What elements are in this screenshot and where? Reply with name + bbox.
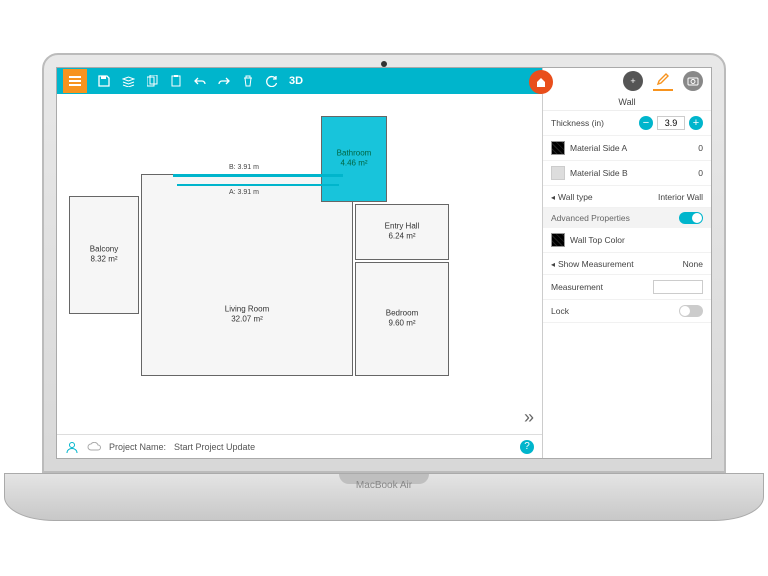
selected-wall-a[interactable]: [177, 184, 339, 186]
wall-type-label: Wall type: [558, 192, 593, 202]
dimension-b: B: 3.91 m: [229, 164, 259, 171]
room-area: 4.46 m²: [340, 159, 367, 168]
room-area: 9.60 m²: [388, 319, 415, 328]
panel-title: Wall: [543, 94, 711, 111]
thickness-stepper: − +: [639, 116, 703, 130]
app-screen: 3D Balcony8.32 m² Living Room32.07 m²: [56, 67, 712, 459]
home-badge-icon[interactable]: [529, 70, 553, 94]
laptop-frame: 3D Balcony8.32 m² Living Room32.07 m²: [42, 53, 726, 523]
rotate-icon[interactable]: [265, 74, 279, 88]
floorplan-canvas[interactable]: Balcony8.32 m² Living Room32.07 m² Bathr…: [57, 94, 542, 434]
room-label: Balcony: [90, 245, 118, 254]
help-button[interactable]: ?: [520, 440, 534, 454]
wall-type-row[interactable]: ◂Wall type Interior Wall: [543, 186, 711, 208]
measurement-input[interactable]: [653, 280, 703, 294]
room-area: 32.07 m²: [231, 315, 263, 324]
advanced-header: Advanced Properties: [551, 213, 630, 223]
project-name-label: Project Name:: [109, 442, 166, 452]
thickness-input[interactable]: [657, 116, 685, 130]
wall-top-color-label: Wall Top Color: [570, 235, 625, 245]
room-label: Bathroom: [337, 149, 372, 158]
thickness-plus[interactable]: +: [689, 116, 703, 130]
lock-label: Lock: [551, 306, 569, 316]
redo-icon[interactable]: [217, 74, 231, 88]
wall-type-value: Interior Wall: [658, 192, 703, 202]
room-balcony[interactable]: Balcony8.32 m²: [69, 196, 139, 314]
room-bathroom[interactable]: Bathroom4.46 m²: [321, 116, 387, 202]
camera-button[interactable]: [683, 71, 703, 91]
material-a-value: 0: [698, 143, 703, 153]
material-b-value: 0: [698, 168, 703, 178]
lock-toggle[interactable]: [679, 305, 703, 317]
room-entry[interactable]: Entry Hall6.24 m²: [355, 204, 449, 260]
room-label: Bedroom: [386, 309, 418, 318]
screen-bezel: 3D Balcony8.32 m² Living Room32.07 m²: [42, 53, 726, 473]
room-label: Entry Hall: [385, 222, 420, 231]
room-area: 8.32 m²: [90, 255, 117, 264]
material-b-swatch[interactable]: [551, 166, 565, 180]
clipboard-icon[interactable]: [169, 74, 183, 88]
advanced-toggle[interactable]: [679, 212, 703, 224]
chevron-left-icon: ◂: [551, 193, 555, 202]
status-bar: Project Name: Start Project Update ?: [57, 434, 542, 458]
trash-icon[interactable]: [241, 74, 255, 88]
room-label: Living Room: [225, 305, 269, 314]
user-icon[interactable]: [65, 440, 79, 454]
thickness-label: Thickness (in): [551, 118, 604, 128]
menu-button[interactable]: [63, 69, 87, 93]
layers-icon[interactable]: [121, 74, 135, 88]
laptop-base: [4, 473, 764, 521]
top-toolbar: 3D: [57, 68, 542, 94]
room-bedroom[interactable]: Bedroom9.60 m²: [355, 262, 449, 376]
chevron-left-icon: ◂: [551, 260, 555, 269]
material-a-swatch[interactable]: [551, 141, 565, 155]
save-icon[interactable]: [97, 74, 111, 88]
show-measurement-row[interactable]: ◂Show Measurement None: [543, 253, 711, 275]
copy-icon[interactable]: [145, 74, 159, 88]
next-chevron-icon[interactable]: »: [524, 407, 534, 428]
show-measurement-label: Show Measurement: [558, 259, 634, 269]
thickness-minus[interactable]: −: [639, 116, 653, 130]
material-b-label: Material Side B: [570, 168, 628, 178]
wall-top-color-swatch[interactable]: [551, 233, 565, 247]
main-area: 3D Balcony8.32 m² Living Room32.07 m²: [57, 68, 543, 458]
show-measurement-value: None: [683, 259, 703, 269]
dimension-a: A: 3.91 m: [229, 189, 259, 196]
project-name-value: Start Project Update: [174, 442, 255, 452]
cloud-icon[interactable]: [87, 440, 101, 454]
room-area: 6.24 m²: [388, 232, 415, 241]
selected-wall-b[interactable]: [173, 174, 343, 177]
room-living[interactable]: Living Room32.07 m²: [141, 174, 353, 376]
undo-icon[interactable]: [193, 74, 207, 88]
properties-panel: + Wall Thickness (in) − +: [543, 68, 711, 458]
measurement-label: Measurement: [551, 282, 603, 292]
material-a-label: Material Side A: [570, 143, 627, 153]
add-button[interactable]: +: [623, 71, 643, 91]
3d-toggle[interactable]: 3D: [289, 75, 303, 87]
edit-tab[interactable]: [653, 71, 673, 91]
